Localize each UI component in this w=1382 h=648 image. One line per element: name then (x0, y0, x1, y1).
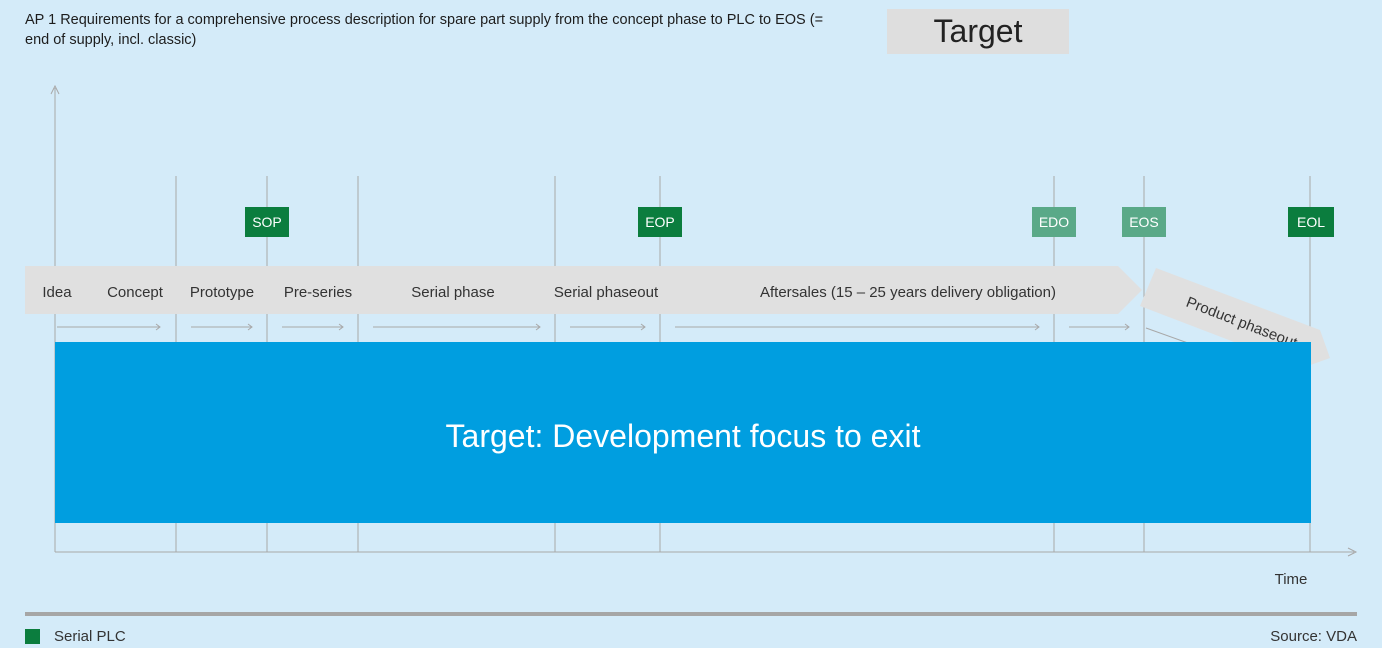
source-note: Source: VDA (1270, 628, 1357, 645)
legend: Serial PLC (25, 628, 126, 645)
phase-label-prototype: Prototype (190, 284, 254, 301)
band-label: Target: Development focus to exit (446, 418, 921, 454)
milestone-eol: EOL (1288, 207, 1334, 237)
milestone-edo: EDO (1032, 207, 1076, 237)
phase-label-concept: Concept (107, 284, 164, 301)
milestone-eos: EOS (1122, 207, 1166, 237)
footer-divider (25, 612, 1357, 616)
phase-label-serial-phase: Serial phase (411, 284, 494, 301)
legend-label: Serial PLC (54, 628, 126, 645)
phase-label-aftersales: Aftersales (15 – 25 years delivery oblig… (760, 284, 1056, 301)
milestone-sop: SOP (245, 207, 289, 237)
x-axis-label: Time (1275, 571, 1308, 588)
process-diagram: SOP EOP EDO EOS EOL Idea Concept Prototy… (25, 84, 1358, 588)
phase-label-pre-series: Pre-series (284, 284, 352, 301)
milestone-label: EOP (645, 214, 675, 230)
legend-swatch (25, 629, 40, 644)
milestone-label: EOS (1129, 214, 1159, 230)
milestone-eop: EOP (638, 207, 682, 237)
milestone-label: EOL (1297, 214, 1325, 230)
milestone-label: EDO (1039, 214, 1069, 230)
milestone-label: SOP (252, 214, 282, 230)
phase-label-idea: Idea (42, 284, 72, 301)
phase-label-serial-phaseout: Serial phaseout (554, 284, 659, 301)
